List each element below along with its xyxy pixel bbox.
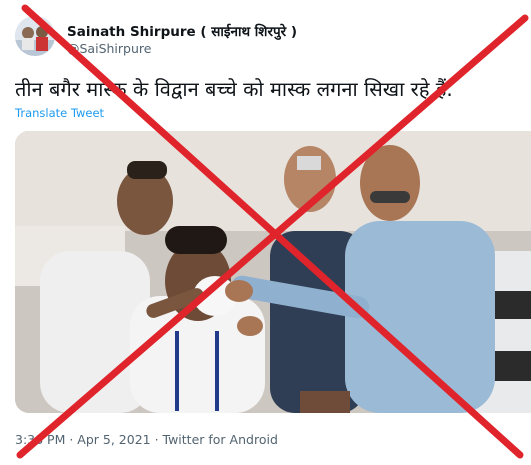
translate-tweet-link[interactable]: Translate Tweet [15,106,104,120]
avatar[interactable] [15,16,55,56]
photo-scene [15,131,531,413]
tweet-timestamp-source[interactable]: 3:38 PM · Apr 5, 2021 · Twitter for Andr… [15,432,278,447]
avatar-image [15,16,55,56]
author-handle[interactable]: @SaiShirpure [67,41,151,56]
tweet-text: तीन बगैर मास्क के विद्वान बच्चे को मास्क… [15,77,453,101]
tweet-card: Sainath Shirpure ( साईनाथ शिरपुरे ) @Sai… [0,0,531,465]
author-name[interactable]: Sainath Shirpure ( साईनाथ शिरपुरे ) [67,22,297,40]
tweet-photo[interactable] [15,131,531,413]
